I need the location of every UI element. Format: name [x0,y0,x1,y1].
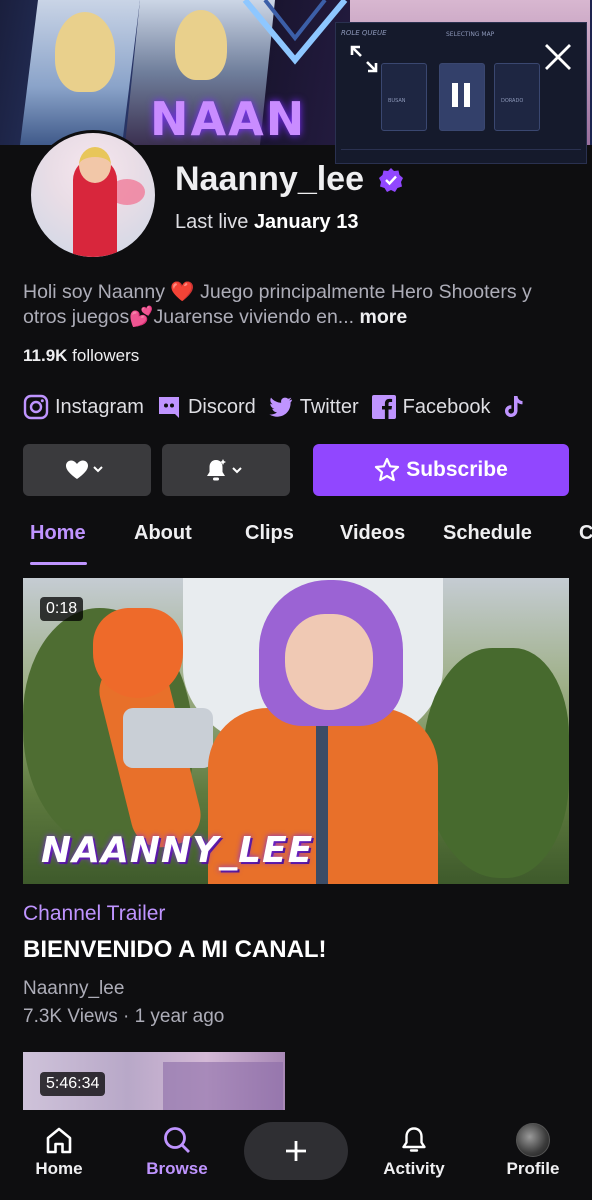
social-link-instagram[interactable]: Instagram [23,394,144,420]
social-link-facebook[interactable]: Facebook [371,394,490,420]
verified-badge-icon [379,168,403,192]
instagram-icon [23,394,49,420]
follow-button[interactable] [23,444,151,496]
tab-videos[interactable]: Videos [340,522,405,545]
video-meta: 7.3K Views · 1 year ago [23,1006,225,1027]
nav-browse[interactable]: Browse [127,1110,227,1200]
subscribe-button[interactable]: Subscribe [313,444,569,496]
search-icon [164,1127,190,1153]
nav-profile[interactable]: Profile [483,1110,583,1200]
video-title[interactable]: BIENVENIDO A MI CANAL! [23,936,327,964]
expand-icon[interactable] [344,41,384,77]
plus-icon [286,1141,306,1161]
trailer-thumbnail[interactable]: NAANNY_LEE 0:18 [23,578,569,884]
notifications-button[interactable] [162,444,290,496]
channel-username: Naanny_lee [175,160,364,198]
video-channel-name[interactable]: Naanny_lee [23,978,124,1000]
social-link-twitter[interactable]: Twitter [268,394,359,420]
tab-home[interactable]: Home [30,522,86,545]
home-icon [46,1127,72,1154]
tab-clips[interactable]: Clips [245,522,294,545]
bottom-navigation: Home Browse Activity Profile [0,1110,592,1200]
social-links: Instagram Discord Twitter Facebook [23,392,544,422]
nav-activity[interactable]: Activity [364,1110,464,1200]
discord-icon [158,397,179,418]
channel-tabs: Home About Clips Videos Schedule C [0,516,592,566]
next-video-thumbnail[interactable]: 5:46:34 [23,1052,285,1114]
tab-about[interactable]: About [134,522,192,545]
thumbnail-overlay-text: NAANNY_LEE [41,830,314,871]
twitter-icon [269,397,292,417]
mini-player-progress [341,149,581,157]
bio-text: Holi soy Naanny ❤️ Juego principalmente … [23,281,532,328]
heart-icon [66,460,103,479]
tab-schedule[interactable]: Schedule [443,522,532,545]
bell-icon [207,459,242,481]
mini-player[interactable]: ROLE QUEUE SELECTING MAP BUSAN DORADO [335,22,587,164]
mini-player-header-left: ROLE QUEUE [341,29,387,37]
mini-player-header-center: SELECTING MAP [446,31,495,38]
followers-count: 11.9K followers [23,346,140,365]
active-tab-indicator [30,562,87,565]
facebook-icon [371,395,396,419]
social-link-discord[interactable]: Discord [156,394,256,420]
tiktok-icon [505,396,523,417]
bio-more-link[interactable]: more [359,306,407,328]
last-live: Last live January 13 [175,211,359,233]
banner-title: NAAN [150,92,307,145]
banner-figure-2 [175,10,227,80]
nav-home[interactable]: Home [9,1110,109,1200]
banner-figure-1 [55,12,115,92]
mini-player-card-3: DORADO [494,63,540,131]
channel-avatar[interactable] [28,130,158,260]
tab-more[interactable]: C [579,522,592,545]
channel-trailer-tag: Channel Trailer [23,902,166,925]
bell-icon [402,1127,426,1152]
star-icon [375,457,400,482]
mini-player-card-1: BUSAN [381,63,427,131]
next-video-duration: 5:46:34 [40,1072,106,1096]
close-icon[interactable] [536,37,580,77]
channel-bio: Holi soy Naanny ❤️ Juego principalmente … [23,280,568,330]
social-link-tiktok[interactable] [502,394,532,420]
pause-icon[interactable] [443,75,479,115]
create-button[interactable] [244,1122,348,1180]
profile-avatar [516,1123,550,1157]
video-duration: 0:18 [40,597,84,621]
